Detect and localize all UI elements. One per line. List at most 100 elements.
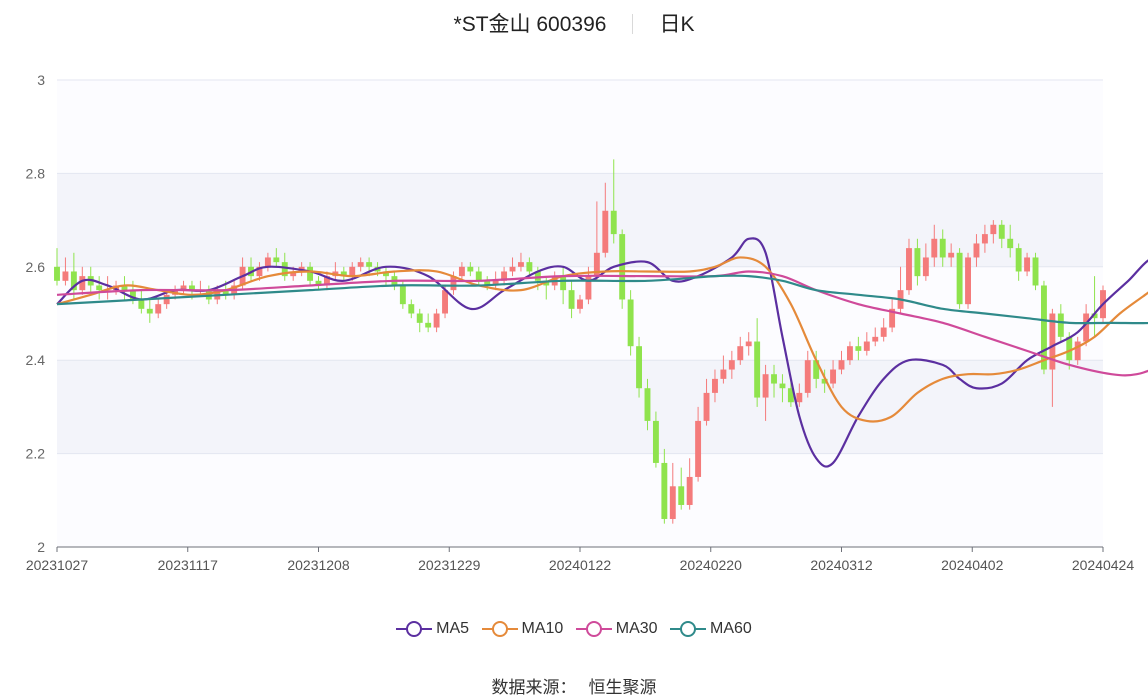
candle-body[interactable]: [931, 238, 938, 258]
candle-body[interactable]: [914, 248, 921, 277]
candle-body[interactable]: [754, 341, 761, 398]
candle-body[interactable]: [307, 266, 314, 281]
candle-body[interactable]: [62, 271, 69, 281]
candle-body[interactable]: [636, 346, 643, 389]
candle-body[interactable]: [956, 252, 963, 305]
candle-body[interactable]: [737, 346, 744, 361]
candle-body[interactable]: [745, 341, 752, 347]
legend-item-ma30[interactable]: MA30: [575, 620, 658, 638]
legend-marker-ma10-icon: [481, 621, 518, 637]
candle-body[interactable]: [264, 257, 271, 267]
candle-body[interactable]: [54, 266, 60, 281]
candle-body[interactable]: [526, 262, 533, 272]
candle-body[interactable]: [96, 285, 103, 291]
candle-body[interactable]: [517, 262, 524, 267]
candle-body[interactable]: [458, 266, 465, 277]
candle-body[interactable]: [771, 374, 777, 384]
y-tick-label: 3: [37, 72, 45, 88]
candle-body[interactable]: [425, 322, 432, 328]
candle-body[interactable]: [602, 210, 609, 253]
x-tick-label: 20231027: [26, 557, 89, 573]
candle-body[interactable]: [1024, 257, 1031, 272]
candle-body[interactable]: [568, 290, 575, 309]
candle-body[interactable]: [712, 378, 718, 393]
candle-body[interactable]: [560, 276, 567, 291]
candle-body[interactable]: [880, 327, 887, 337]
x-tick-label: 20231117: [158, 557, 218, 573]
candle-body[interactable]: [79, 276, 86, 291]
candle-body[interactable]: [922, 257, 929, 277]
candle-body[interactable]: [163, 294, 170, 305]
candle-body[interactable]: [872, 336, 879, 342]
legend-marker-ma5-icon: [396, 621, 433, 637]
legend-item-ma5[interactable]: MA5: [396, 620, 469, 638]
candle-body[interactable]: [155, 304, 162, 314]
candle-body[interactable]: [442, 290, 448, 314]
candle-body[interactable]: [728, 360, 735, 370]
legend-item-ma10[interactable]: MA10: [481, 620, 563, 638]
candle-body[interactable]: [863, 341, 870, 351]
candle-body[interactable]: [796, 392, 803, 403]
candle-body[interactable]: [906, 248, 912, 291]
candlestick-chart[interactable]: 2 2.2 2.4 2.6 2.8 3 20231027 20231117 20231208 20…: [0, 0, 1148, 610]
candle-body[interactable]: [1066, 336, 1073, 361]
candle-body[interactable]: [669, 486, 676, 519]
candle-body[interactable]: [846, 346, 853, 361]
source-value: 恒生聚源: [588, 678, 657, 697]
candle-body[interactable]: [939, 238, 946, 258]
candle-body[interactable]: [627, 299, 634, 347]
candle-body[interactable]: [408, 304, 415, 314]
legend-item-ma60[interactable]: MA60: [670, 620, 752, 638]
candle-body[interactable]: [1057, 313, 1064, 337]
candle-body[interactable]: [948, 252, 955, 258]
candle-body[interactable]: [619, 234, 626, 300]
candle-body[interactable]: [433, 313, 440, 328]
candle-body[interactable]: [138, 299, 145, 309]
candle-body[interactable]: [1007, 238, 1014, 249]
candle-body[interactable]: [509, 266, 516, 272]
x-tick-label: 20240402: [941, 557, 1004, 573]
candle-body[interactable]: [661, 462, 668, 519]
candle-body[interactable]: [703, 392, 710, 421]
candle-body[interactable]: [686, 476, 693, 505]
legend-label: MA60: [710, 620, 752, 637]
candle-body[interactable]: [779, 383, 786, 389]
candle-body[interactable]: [146, 308, 153, 314]
candle-body[interactable]: [273, 257, 280, 263]
candle-body[interactable]: [855, 346, 862, 351]
x-tick-label: 20240220: [680, 557, 743, 573]
candle-body[interactable]: [349, 266, 356, 277]
candle-body[interactable]: [695, 420, 702, 477]
data-source: 数据来源： 恒生聚源: [0, 673, 1148, 698]
y-tick-label: 2.2: [26, 446, 46, 462]
candle-body[interactable]: [644, 388, 651, 421]
x-tick-label: 20231208: [287, 557, 350, 573]
x-tick-label: 20240312: [810, 557, 873, 573]
candle-body[interactable]: [399, 285, 406, 305]
candle-body[interactable]: [998, 224, 1005, 239]
candle-body[interactable]: [1015, 248, 1022, 272]
candle-body[interactable]: [973, 243, 980, 258]
candle-body[interactable]: [1032, 257, 1039, 286]
candle-body[interactable]: [475, 271, 482, 281]
candle-body[interactable]: [1074, 341, 1081, 361]
candle-body[interactable]: [720, 369, 727, 379]
candle-body[interactable]: [366, 262, 373, 267]
candle-body[interactable]: [838, 360, 845, 370]
candle-body[interactable]: [762, 374, 769, 398]
y-tick-label: 2.6: [26, 259, 46, 275]
y-tick-label: 2: [37, 539, 45, 555]
candle-body[interactable]: [610, 210, 617, 235]
candle-body[interactable]: [965, 257, 971, 305]
candle-body[interactable]: [830, 369, 837, 384]
candle-body[interactable]: [416, 313, 423, 323]
candle-body[interactable]: [357, 262, 364, 267]
candle-body[interactable]: [804, 360, 811, 393]
candle-body[interactable]: [678, 486, 685, 505]
candle-body[interactable]: [990, 224, 997, 235]
candle-body[interactable]: [981, 234, 988, 244]
candle-body[interactable]: [652, 420, 659, 463]
candle-body[interactable]: [577, 299, 583, 309]
candle-body[interactable]: [467, 266, 474, 272]
y-tick-label: 2.4: [26, 352, 46, 368]
